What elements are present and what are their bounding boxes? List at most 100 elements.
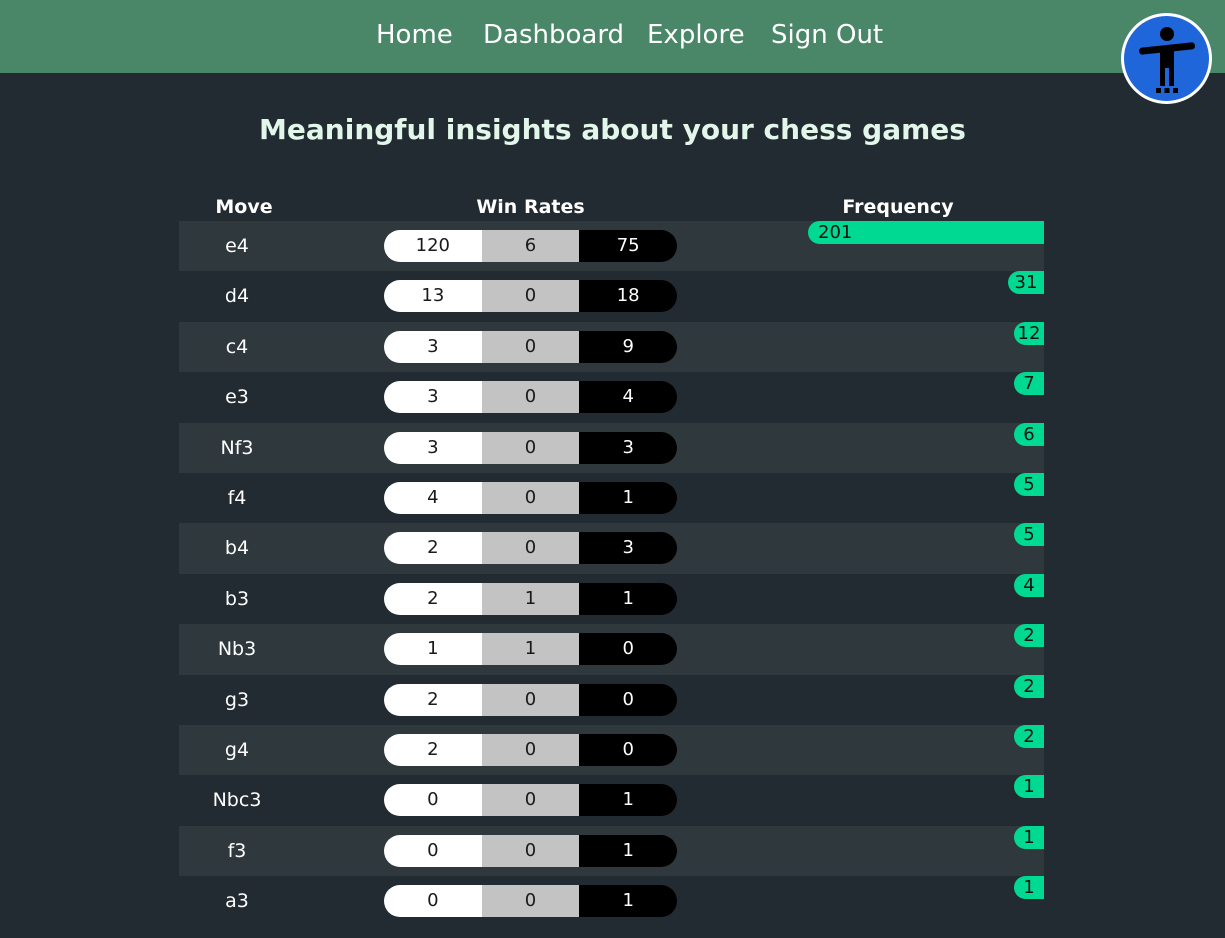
draws-segment: 0: [481, 481, 580, 514]
draws-segment: 1: [481, 582, 580, 615]
move-cell: b4: [224, 537, 250, 560]
win-rate-bar: 001: [384, 885, 677, 918]
move-cell: Nf3: [220, 436, 254, 459]
wins-segment: 3: [384, 381, 482, 414]
move-cell: c4: [225, 335, 249, 358]
win-rate-bar: 110: [384, 633, 677, 666]
wins-segment: 4: [384, 481, 482, 514]
frequency-bar: 4: [1014, 573, 1044, 597]
move-cell: d4: [224, 285, 250, 308]
column-header-frequency: Frequency: [842, 196, 954, 218]
table-row: g4 2 0 0 2: [179, 724, 1044, 776]
win-rate-bar: 203: [384, 532, 677, 565]
move-cell: g3: [224, 688, 250, 711]
losses-segment: 0: [579, 733, 677, 766]
draws-segment: 0: [481, 834, 580, 867]
wins-segment: 2: [384, 532, 482, 565]
losses-segment: 1: [579, 784, 677, 817]
losses-segment: 4: [579, 381, 677, 414]
top-navigation-bar: Home Dashboard Explore Sign Out: [0, 0, 1225, 73]
win-rate-bar: 200: [384, 683, 677, 716]
wins-segment: 0: [384, 885, 482, 918]
draws-segment: 6: [481, 230, 580, 262]
table-row: e4 120 6 75 201: [179, 221, 1044, 272]
wins-segment: 13: [384, 280, 482, 313]
move-cell: e3: [225, 386, 249, 409]
wins-segment: 3: [384, 330, 482, 363]
draws-segment: 0: [481, 784, 580, 817]
losses-segment: 1: [579, 885, 677, 918]
frequency-bar: 1: [1014, 825, 1044, 849]
draws-segment: 0: [481, 683, 580, 716]
win-rate-bar: 001: [384, 784, 677, 817]
frequency-bar: 5: [1014, 472, 1044, 496]
win-rate-bar: 401: [384, 481, 677, 514]
table-row: e3 3 0 4 7: [179, 372, 1044, 422]
draws-segment: 1: [481, 633, 580, 666]
move-cell: a3: [225, 890, 249, 913]
table-row: Nf3 3 0 3 6: [179, 422, 1044, 473]
win-rate-bar: 200: [384, 733, 677, 766]
draws-segment: 0: [481, 532, 580, 565]
wins-segment: 2: [384, 582, 482, 615]
move-cell: g4: [224, 738, 250, 761]
wins-segment: 0: [384, 834, 482, 867]
losses-segment: 0: [579, 683, 677, 716]
table-row: Nbc3 0 0 1 1: [179, 775, 1044, 825]
draws-segment: 0: [481, 280, 580, 313]
accessibility-person-icon: [1138, 26, 1195, 93]
frequency-bar: 2: [1014, 624, 1044, 648]
win-rate-bar: 309: [384, 330, 677, 363]
frequency-bar: 7: [1014, 372, 1044, 396]
nav-link-explore[interactable]: Explore: [647, 17, 745, 53]
nav-link-home[interactable]: Home: [376, 17, 453, 53]
losses-segment: 1: [579, 481, 677, 514]
nav-link-sign-out[interactable]: Sign Out: [771, 17, 883, 53]
win-rate-bar: 211: [384, 582, 677, 615]
frequency-bar: 12: [1014, 321, 1044, 345]
losses-segment: 3: [579, 431, 677, 464]
draws-segment: 0: [481, 885, 580, 918]
frequency-bar: 2: [1014, 724, 1044, 748]
move-cell: f3: [227, 839, 247, 862]
win-rate-bar: 304: [384, 381, 677, 414]
table-row: g3 2 0 0 2: [179, 674, 1044, 725]
nav-link-dashboard[interactable]: Dashboard: [483, 17, 624, 53]
accessibility-button-face: [1124, 16, 1209, 101]
table-row: b3 2 1 1 4: [179, 573, 1044, 624]
win-rate-bar: 303: [384, 431, 677, 464]
frequency-bar: 6: [1014, 422, 1044, 446]
wins-segment: 2: [384, 683, 482, 716]
move-cell: f4: [227, 486, 247, 509]
table-row: f4 4 0 1 5: [179, 472, 1044, 523]
draws-segment: 0: [481, 431, 580, 464]
accessibility-menu-button[interactable]: [1121, 13, 1212, 104]
table-row: f3 0 0 1 1: [179, 825, 1044, 877]
frequency-bar: 201: [808, 221, 1044, 244]
losses-segment: 75: [579, 230, 677, 262]
table-row: c4 3 0 9 12: [179, 321, 1044, 373]
frequency-bar: 1: [1014, 775, 1044, 799]
losses-segment: 1: [579, 834, 677, 867]
frequency-bar: 31: [1008, 271, 1044, 295]
move-cell: Nbc3: [212, 789, 262, 812]
move-cell: Nb3: [217, 638, 257, 661]
column-header-win-rates: Win Rates: [476, 196, 585, 218]
table-row: b4 2 0 3 5: [179, 523, 1044, 574]
losses-segment: 0: [579, 633, 677, 666]
frequency-bar: 5: [1014, 523, 1044, 547]
wins-segment: 3: [384, 431, 482, 464]
wins-segment: 1: [384, 633, 482, 666]
table-row: d4 13 0 18 31: [179, 271, 1044, 321]
frequency-bar: 1: [1014, 876, 1044, 900]
table-row: Nb3 1 1 0 2: [179, 624, 1044, 675]
page-title: Meaningful insights about your chess gam…: [259, 113, 966, 146]
losses-segment: 9: [579, 330, 677, 363]
move-cell: b3: [224, 587, 250, 610]
column-header-move: Move: [215, 196, 273, 218]
losses-segment: 3: [579, 532, 677, 565]
move-insights-table: e4 120 6 75 201 d4 13 0 18 31 c4 3 0 9 12 e3 3 0 4 7 Nf3 3 0 3 6…: [179, 221, 1044, 926]
move-cell: e4: [225, 235, 249, 257]
win-rate-bar: 001: [384, 834, 677, 867]
table-row: a3 0 0 1 1: [179, 876, 1044, 926]
